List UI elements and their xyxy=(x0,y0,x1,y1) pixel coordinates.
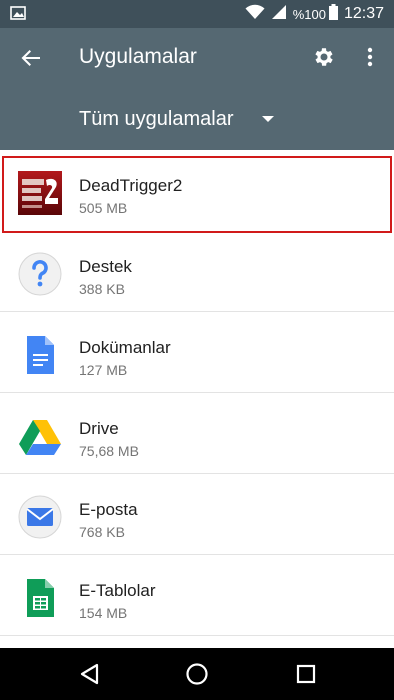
app-list: DeadTrigger2 505 MB Destek 388 KB Doküma… xyxy=(0,150,394,636)
back-nav-icon[interactable] xyxy=(78,662,102,686)
email-envelope-icon xyxy=(18,495,62,539)
list-item-e-posta[interactable]: E-posta 768 KB xyxy=(0,474,394,555)
list-item-drive[interactable]: Drive 75,68 MB xyxy=(0,393,394,474)
app-name: E-Tablolar xyxy=(79,581,156,600)
app-size: 75,68 MB xyxy=(79,443,139,459)
app-name: DeadTrigger2 xyxy=(79,176,183,195)
google-drive-icon xyxy=(18,414,62,458)
wifi-icon xyxy=(245,4,265,25)
home-nav-icon[interactable] xyxy=(185,662,209,686)
dead-trigger-2-icon xyxy=(18,171,62,215)
status-time: 12:37 xyxy=(343,5,384,22)
dropdown-caret-icon[interactable] xyxy=(262,116,274,122)
app-name: Destek xyxy=(79,257,132,276)
filter-bar[interactable]: Tüm uygulamalar xyxy=(0,88,394,150)
app-name: Dokümanlar xyxy=(79,338,171,357)
status-bar: %100 12:37 xyxy=(0,0,394,28)
more-options-icon[interactable] xyxy=(361,45,379,69)
filter-dropdown-label[interactable]: Tüm uygulamalar xyxy=(79,106,234,132)
app-name: Drive xyxy=(79,419,119,438)
app-size: 154 MB xyxy=(79,605,128,621)
signal-icon xyxy=(271,4,287,25)
app-bar: Uygulamalar xyxy=(0,28,394,88)
help-question-icon xyxy=(18,252,62,296)
app-size: 127 MB xyxy=(79,362,128,378)
list-item-deadtrigger2[interactable]: DeadTrigger2 505 MB xyxy=(0,150,394,233)
battery-icon xyxy=(328,3,338,25)
list-item-e-tablolar[interactable]: E-Tablolar 154 MB xyxy=(0,555,394,636)
app-size: 505 MB xyxy=(79,200,128,216)
navigation-bar xyxy=(0,648,394,700)
gear-icon[interactable] xyxy=(312,45,336,69)
page-title: Uygulamalar xyxy=(79,45,197,68)
google-docs-icon xyxy=(18,333,62,377)
gallery-notification-icon xyxy=(10,6,26,25)
recents-nav-icon[interactable] xyxy=(294,662,318,686)
google-sheets-icon xyxy=(18,576,62,620)
app-size: 768 KB xyxy=(79,524,125,540)
app-size: 388 KB xyxy=(79,281,125,297)
back-arrow-icon[interactable] xyxy=(18,45,44,71)
list-item-dokumanlar[interactable]: Dokümanlar 127 MB xyxy=(0,312,394,393)
list-item-destek[interactable]: Destek 388 KB xyxy=(0,231,394,312)
app-name: E-posta xyxy=(79,500,138,519)
battery-percent: %100 xyxy=(292,6,326,22)
